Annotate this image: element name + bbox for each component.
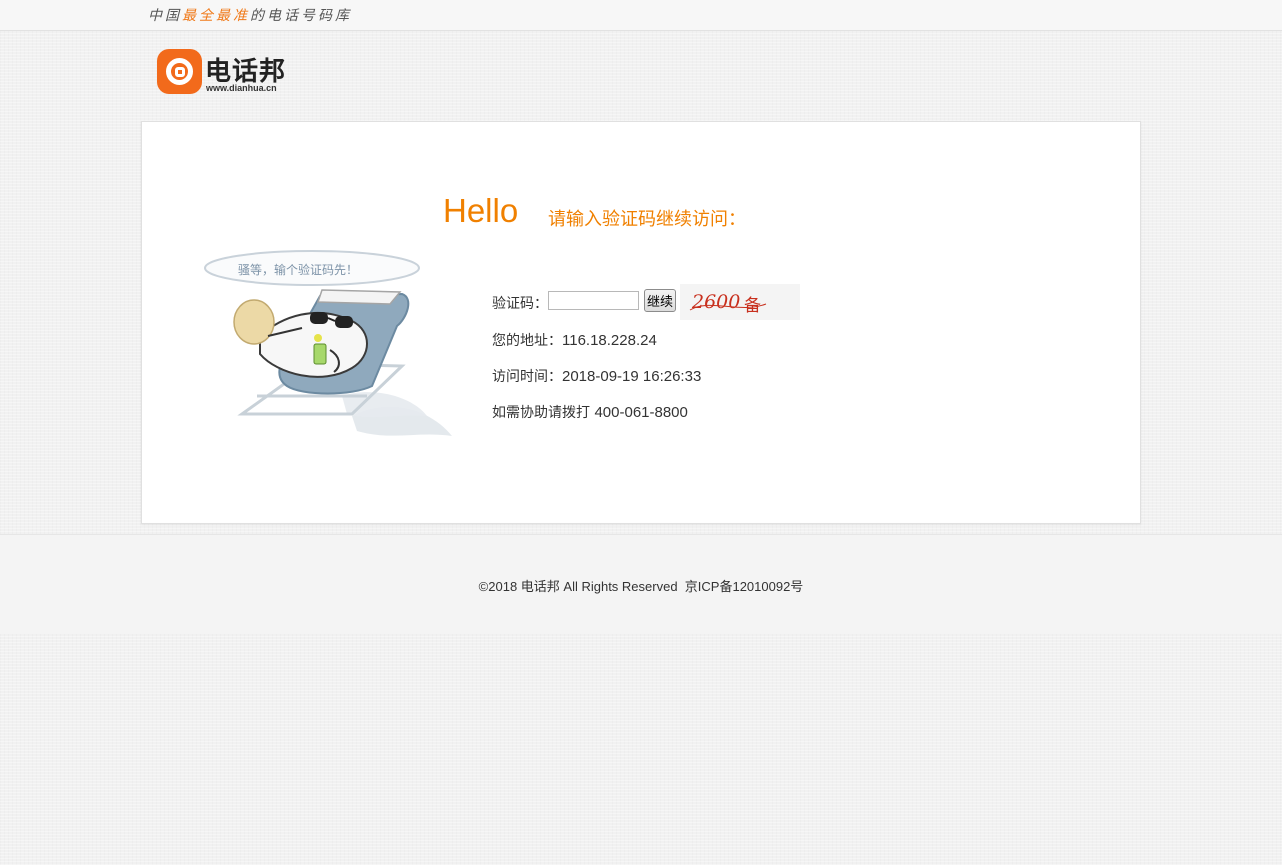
logo-icon — [157, 49, 202, 94]
footer-text: ©2018 电话邦 All Rights Reserved 京ICP备12010… — [0, 576, 1282, 595]
slogan-part-2: 的电话号码库 — [250, 8, 352, 24]
logo-url: www.dianhua.cn — [206, 83, 277, 93]
illustration-caption: 骚等，输个验证码先！ — [238, 262, 358, 277]
captcha-form: 验证码： 继续 2600 备 — [492, 284, 812, 320]
captcha-card: 骚等，输个验证码先！ Hello 请输入验证码继续访问： 验证码： 继续 260… — [141, 121, 1141, 524]
slogan-highlight: 最全最准 — [182, 8, 250, 24]
help-phone: 400-061-8800 — [594, 404, 688, 421]
visit-time: 访问时间：2018-09-19 16:26:33 — [492, 366, 701, 386]
hello-heading: Hello — [443, 192, 519, 229]
site-logo[interactable]: 电话邦 www.dianhua.cn — [157, 49, 297, 97]
time-label: 访问时间： — [492, 369, 562, 385]
continue-button[interactable]: 继续 — [644, 289, 676, 312]
captcha-prompt: 请输入验证码继续访问： — [548, 209, 746, 230]
captcha-image-text: 2600 — [691, 291, 740, 313]
site-slogan: 中国最全最准的电话号码库 — [148, 5, 352, 25]
help-label: 如需协助请拨打 — [492, 405, 595, 421]
visitor-address: 您的地址：116.18.228.24 — [492, 330, 657, 350]
help-contact: 如需协助请拨打 400-061-8800 — [492, 402, 688, 422]
captcha-label: 验证码： — [492, 296, 548, 312]
captcha-input[interactable] — [548, 291, 639, 310]
top-bar: 中国最全最准的电话号码库 — [0, 0, 1282, 31]
address-value: 116.18.228.24 — [562, 332, 657, 349]
beach-chair-illustration-icon: 骚等，输个验证码先！ — [204, 250, 452, 436]
time-value: 2018-09-19 16:26:33 — [562, 368, 702, 385]
address-label: 您的地址： — [492, 333, 562, 349]
footer: ©2018 电话邦 All Rights Reserved 京ICP备12010… — [0, 534, 1282, 634]
footer-copyright: ©2018 电话邦 All Rights Reserved — [478, 579, 678, 594]
captcha-image[interactable]: 2600 备 — [680, 284, 800, 320]
footer-icp-link[interactable]: 京ICP备12010092号 — [685, 579, 804, 594]
slogan-part-1: 中国 — [148, 8, 182, 24]
